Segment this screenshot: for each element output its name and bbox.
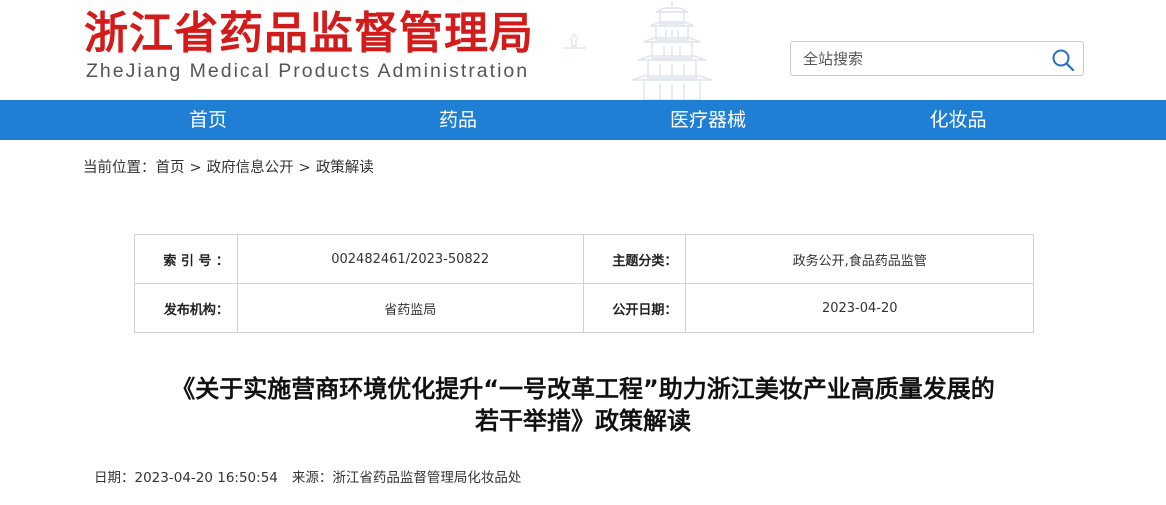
site-header: 浙江省药品监督管理局 ZheJiang Medical Products Adm… bbox=[0, 0, 1166, 100]
breadcrumb: 当前位置：首页 > 政府信息公开 > 政策解读 bbox=[83, 156, 374, 177]
table-row: 索 引 号 ： 002482461/2023-50822 主题分类： 政务公开,… bbox=[134, 234, 1034, 284]
breadcrumb-separator: > bbox=[298, 160, 311, 176]
main-nav: 首页 药品 医疗器械 化妆品 bbox=[0, 100, 1166, 140]
publisher-label: 发布机构： bbox=[134, 283, 238, 333]
breadcrumb-prefix: 当前位置： bbox=[83, 160, 156, 176]
breadcrumb-home-link[interactable]: 首页 bbox=[156, 156, 185, 177]
search-box bbox=[790, 41, 1084, 76]
article-title-line-2: 若干举措》政策解读 bbox=[475, 407, 691, 435]
nav-item-cosmetics[interactable]: 化妆品 bbox=[898, 100, 1018, 140]
category-value: 政务公开,食品药品监管 bbox=[685, 234, 1034, 284]
article-title-line-1: 《关于实施营商环境优化提升“一号改革工程”助力浙江美妆产业高质量发展的 bbox=[171, 375, 995, 403]
nav-item-home[interactable]: 首页 bbox=[148, 100, 268, 140]
pagoda-illustration bbox=[564, 2, 713, 100]
date-value: 2023-04-20 bbox=[685, 283, 1034, 333]
article-title: 《关于实施营商环境优化提升“一号改革工程”助力浙江美妆产业高质量发展的 若干举措… bbox=[83, 373, 1083, 437]
nav-item-medical-devices[interactable]: 医疗器械 bbox=[648, 100, 768, 140]
breadcrumb-gov-info-link[interactable]: 政府信息公开 bbox=[207, 156, 294, 177]
date-label: 公开日期： bbox=[582, 283, 687, 333]
article-date: 日期：2023-04-20 16:50:54 bbox=[94, 470, 278, 486]
breadcrumb-separator: > bbox=[189, 160, 202, 176]
publisher-value: 省药监局 bbox=[236, 283, 584, 333]
table-row: 发布机构： 省药监局 公开日期： 2023-04-20 bbox=[134, 283, 1034, 333]
article-source: 来源：浙江省药品监督管理局化妆品处 bbox=[291, 470, 522, 486]
search-input[interactable] bbox=[803, 48, 1033, 70]
document-meta-table: 索 引 号 ： 002482461/2023-50822 主题分类： 政务公开,… bbox=[134, 234, 1034, 333]
site-logo-subtitle: ZheJiang Medical Products Administration bbox=[86, 60, 530, 82]
index-value: 002482461/2023-50822 bbox=[236, 234, 584, 284]
nav-item-drugs[interactable]: 药品 bbox=[398, 100, 518, 140]
breadcrumb-policy-link[interactable]: 政策解读 bbox=[316, 156, 374, 177]
category-label: 主题分类： bbox=[582, 234, 687, 284]
search-icon[interactable] bbox=[1051, 48, 1075, 72]
site-logo-title[interactable]: 浙江省药品监督管理局 bbox=[84, 6, 534, 62]
article-info: 日期：2023-04-20 16:50:54 来源：浙江省药品监督管理局化妆品处 bbox=[94, 466, 521, 486]
index-label: 索 引 号 ： bbox=[134, 234, 238, 284]
